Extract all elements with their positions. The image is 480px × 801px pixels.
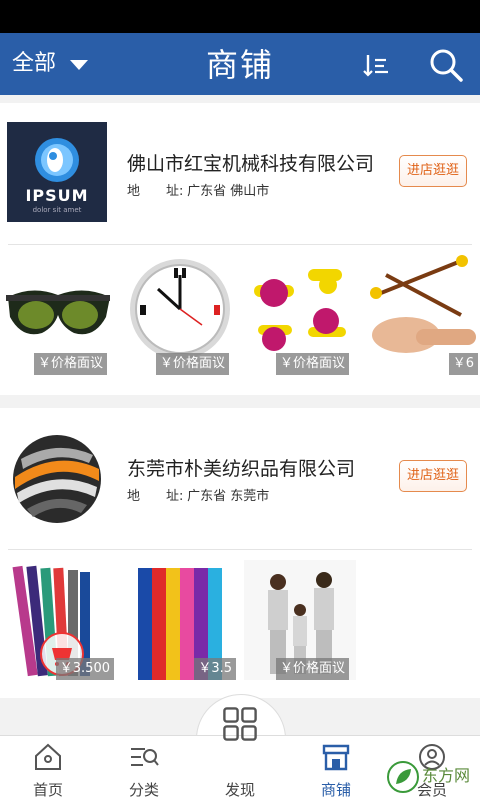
tab-discover[interactable]: 发现: [192, 707, 288, 801]
watermark-text: 东方网: [422, 766, 471, 785]
enter-shop-button[interactable]: 进店逛逛: [399, 155, 467, 187]
product-item[interactable]: ￥3.500: [2, 560, 114, 680]
watermark-logo: 东方网: [384, 756, 480, 800]
header-bar: 全部 商铺: [0, 33, 480, 95]
shop-header[interactable]: 东莞市朴美纺织品有限公司 地 址: 广东省 东莞市 进店逛逛: [0, 408, 480, 548]
divider: [8, 244, 472, 245]
product-price: ￥价格面议: [276, 658, 350, 680]
shop-header[interactable]: IPSUM dolor sit amet 佛山市红宝机械科技有限公司 地 址: …: [0, 103, 480, 243]
product-item[interactable]: ￥价格面议: [2, 255, 114, 375]
status-bar: [0, 0, 480, 33]
product-price: ￥价格面议: [34, 353, 108, 375]
shop-icon: [322, 744, 350, 771]
tab-label: 分类: [128, 781, 159, 799]
sort-icon[interactable]: [362, 51, 390, 79]
shop-logo: IPSUM dolor sit amet: [7, 122, 107, 222]
product-item[interactable]: ￥价格面议: [124, 255, 236, 375]
shop-card[interactable]: IPSUM dolor sit amet 佛山市红宝机械科技有限公司 地 址: …: [0, 103, 480, 395]
tab-home[interactable]: 首页: [0, 736, 96, 801]
divider: [8, 549, 472, 550]
address-value: 广东省 佛山市: [187, 184, 270, 199]
tab-label: 商铺: [320, 781, 351, 799]
product-strip[interactable]: ￥价格面议 ￥价格面议 ￥价格面议 ￥6: [0, 255, 480, 385]
shop-address: 地 址: 广东省 东莞市: [127, 485, 269, 504]
tab-label: 发现: [224, 781, 255, 799]
home-icon: [35, 743, 61, 770]
product-item[interactable]: ￥价格面议: [244, 255, 356, 375]
address-label: 地 址:: [127, 489, 184, 504]
product-price: ￥价格面议: [276, 353, 350, 375]
shop-card[interactable]: 东莞市朴美纺织品有限公司 地 址: 广东省 东莞市 进店逛逛 ￥3.500 ￥3…: [0, 408, 480, 698]
address-label: 地 址:: [127, 184, 184, 199]
tab-shops[interactable]: 商铺: [288, 736, 384, 801]
watermark-leaf-icon: [387, 761, 419, 793]
product-price: ￥3.500: [55, 658, 114, 680]
tab-label: 首页: [32, 781, 63, 799]
logo-subtext: dolor sit amet: [32, 206, 82, 214]
logo-text: IPSUM: [25, 186, 89, 205]
shop-logo: [7, 429, 107, 529]
product-item[interactable]: ￥3.5: [124, 560, 236, 680]
shop-address: 地 址: 广东省 佛山市: [127, 180, 269, 199]
product-price: ￥6: [448, 353, 478, 375]
address-value: 广东省 东莞市: [187, 489, 270, 504]
search-icon[interactable]: [428, 47, 464, 83]
product-item[interactable]: ￥价格面议: [244, 560, 356, 680]
grid-icon: [223, 707, 257, 741]
enter-shop-button[interactable]: 进店逛逛: [399, 460, 467, 492]
product-price: ￥3.5: [194, 658, 236, 680]
product-price: ￥价格面议: [156, 353, 230, 375]
category-search-icon: [131, 748, 159, 766]
product-item[interactable]: ￥6: [366, 255, 478, 375]
tab-category[interactable]: 分类: [96, 736, 192, 801]
product-strip[interactable]: ￥3.500 ￥3.5 ￥价格面议: [0, 560, 480, 690]
page-title: 商铺: [205, 46, 274, 84]
shop-name[interactable]: 东莞市朴美纺织品有限公司: [127, 454, 355, 481]
shop-name[interactable]: 佛山市红宝机械科技有限公司: [127, 149, 374, 176]
